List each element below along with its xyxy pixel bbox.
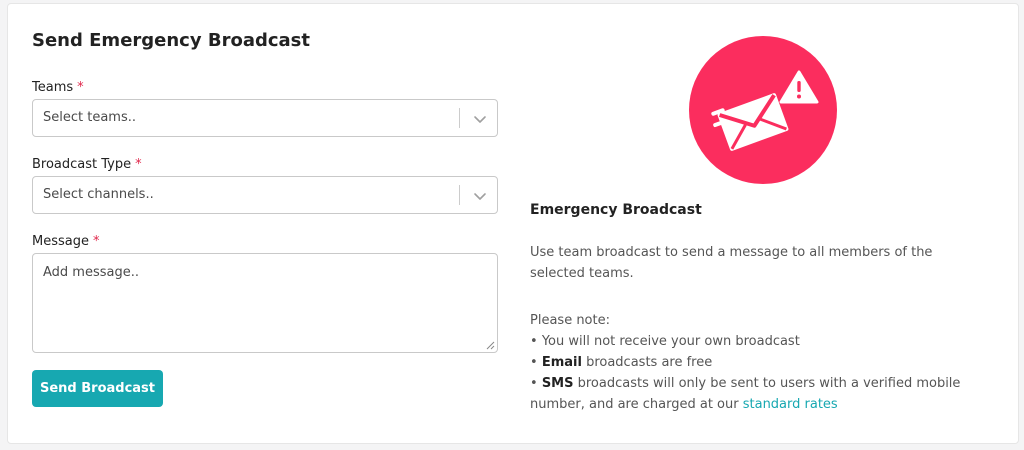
note-item: • Email broadcasts are free	[530, 355, 713, 370]
resize-grip-icon[interactable]	[486, 341, 495, 350]
chevron-down-icon[interactable]	[472, 111, 488, 127]
chevron-down-icon[interactable]	[472, 188, 488, 204]
message-placeholder: Add message..	[43, 265, 139, 280]
note-item: • SMS broadcasts will only be sent to us…	[530, 376, 961, 412]
required-marker: *	[135, 157, 142, 172]
broadcast-type-placeholder: Select channels..	[43, 187, 154, 202]
teams-placeholder: Select teams..	[43, 110, 136, 125]
send-broadcast-button[interactable]: Send Broadcast	[32, 370, 163, 407]
standard-rates-link[interactable]: standard rates	[743, 397, 838, 412]
broadcast-card: Send Emergency Broadcast Teams * Select t…	[7, 3, 1019, 444]
teams-select[interactable]: Select teams..	[32, 99, 498, 137]
info-title: Emergency Broadcast	[530, 202, 702, 218]
select-divider	[459, 185, 460, 205]
info-notes: Please note: • You will not receive your…	[530, 310, 1010, 415]
broadcast-type-label: Broadcast Type *	[32, 157, 142, 172]
required-marker: *	[92, 234, 100, 249]
required-marker: *	[77, 80, 84, 95]
teams-label: Teams *	[32, 80, 84, 95]
select-divider	[459, 108, 460, 128]
message-label: Message *	[32, 234, 100, 249]
broadcast-type-select[interactable]: Select channels..	[32, 176, 498, 214]
note-item: • You will not receive your own broadcas…	[530, 334, 800, 349]
message-textarea[interactable]: Add message..	[32, 253, 498, 353]
info-description: Use team broadcast to send a message to …	[530, 245, 933, 281]
envelope-alert-icon	[689, 36, 837, 184]
page-title: Send Emergency Broadcast	[32, 30, 310, 51]
note-heading: Please note:	[530, 313, 610, 328]
